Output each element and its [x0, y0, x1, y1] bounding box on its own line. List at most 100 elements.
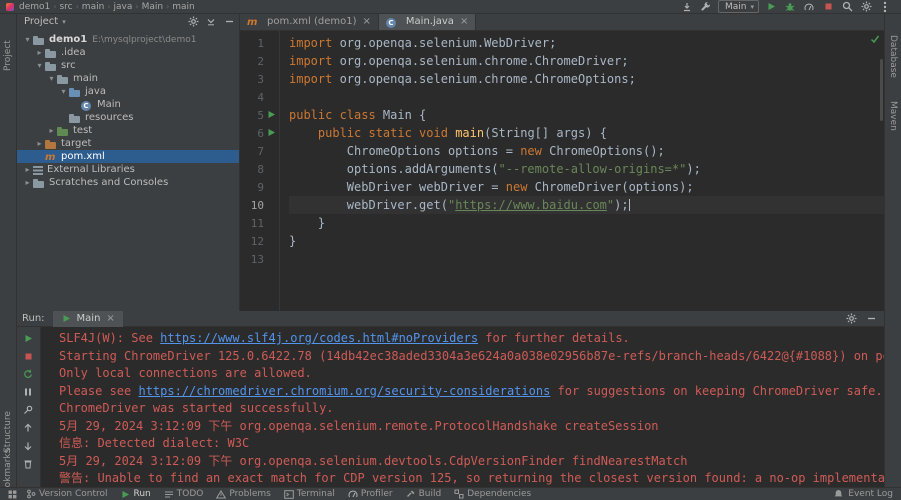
- code-line-2[interactable]: import org.openqa.selenium.chrome.Chrome…: [289, 52, 885, 70]
- code-line-6[interactable]: public static void main(String[] args) {: [289, 124, 885, 142]
- settings-gear-icon[interactable]: [187, 16, 199, 28]
- more-icon[interactable]: [879, 1, 891, 13]
- editor-tab-main-java[interactable]: CMain.java×: [379, 13, 476, 30]
- editor[interactable]: 12345678910111213 import org.openqa.sele…: [240, 31, 885, 311]
- editor-scrollbar[interactable]: [880, 59, 883, 121]
- clear-icon[interactable]: [22, 458, 34, 470]
- settings-gear-icon[interactable]: [845, 313, 857, 325]
- close-icon[interactable]: ×: [363, 16, 371, 27]
- status-item-version-control[interactable]: Version Control: [26, 489, 108, 499]
- status-item-run[interactable]: Run: [121, 489, 151, 499]
- tree-item-idea[interactable]: ▸.idea: [16, 46, 239, 59]
- code-line-1[interactable]: import org.openqa.selenium.WebDriver;: [289, 34, 885, 52]
- code-line-3[interactable]: import org.openqa.selenium.chrome.Chrome…: [289, 70, 885, 88]
- code-line-4[interactable]: [289, 88, 885, 106]
- breadcrumb-item-java[interactable]: java: [114, 2, 133, 12]
- status-item-dependencies[interactable]: Dependencies: [454, 489, 531, 499]
- chevron-collapsed-icon[interactable]: ▸: [34, 139, 45, 148]
- tree-item-target[interactable]: ▸target: [16, 137, 239, 150]
- play-icon[interactable]: [765, 1, 777, 13]
- tree-item-src[interactable]: ▾src: [16, 59, 239, 72]
- pin-icon[interactable]: [22, 404, 34, 416]
- status-item-todo[interactable]: TODO: [164, 489, 204, 499]
- chevron-expanded-icon[interactable]: ▾: [58, 87, 69, 96]
- code-line-11[interactable]: }: [289, 214, 885, 232]
- code-line-7[interactable]: ChromeOptions options = new ChromeOption…: [289, 142, 885, 160]
- editor-code[interactable]: import org.openqa.selenium.WebDriver;imp…: [281, 31, 885, 311]
- code-line-5[interactable]: public class Main {: [289, 106, 885, 124]
- run-config-value: Main: [725, 2, 747, 12]
- tool-strip-maven[interactable]: Maven: [888, 101, 898, 131]
- tool-strip-structure[interactable]: Structure: [3, 411, 13, 453]
- line-number: 7: [240, 145, 264, 158]
- updates-icon[interactable]: [681, 1, 693, 13]
- breadcrumb-item-src[interactable]: src: [59, 2, 72, 12]
- chevron-collapsed-icon[interactable]: ▸: [22, 165, 33, 174]
- tree-item-main[interactable]: CMain: [16, 98, 239, 111]
- chevron-collapsed-icon[interactable]: ▸: [46, 126, 57, 135]
- profiler-icon[interactable]: [803, 1, 815, 13]
- code-line-9[interactable]: WebDriver webDriver = new ChromeDriver(o…: [289, 178, 885, 196]
- run-gutter-icon[interactable]: [264, 109, 278, 122]
- tree-item-scratches-and-consoles[interactable]: ▸Scratches and Consoles: [16, 176, 239, 189]
- tree-item-external-libraries[interactable]: ▸External Libraries: [16, 163, 239, 176]
- pause-icon[interactable]: [22, 386, 34, 398]
- settings-icon[interactable]: [860, 1, 872, 13]
- collapse-all-icon[interactable]: [205, 16, 217, 28]
- breadcrumb-item-demo1[interactable]: demo1: [19, 2, 50, 12]
- status-item-profiler[interactable]: Profiler: [348, 489, 393, 499]
- code-line-13[interactable]: [289, 250, 885, 268]
- hide-panel-icon[interactable]: [223, 16, 235, 28]
- breadcrumb-item-main[interactable]: Main: [142, 2, 164, 12]
- tree-item-java[interactable]: ▾java: [16, 85, 239, 98]
- up-icon[interactable]: [22, 422, 34, 434]
- chevron-expanded-icon[interactable]: ▾: [46, 74, 57, 83]
- chevron-collapsed-icon[interactable]: ▸: [22, 178, 33, 187]
- right-tool-strip: Database Maven: [884, 13, 901, 487]
- code-line-8[interactable]: options.addArguments("--remote-allow-ori…: [289, 160, 885, 178]
- run-gutter-icon[interactable]: [264, 127, 278, 140]
- code-line-12[interactable]: }: [289, 232, 885, 250]
- toolwindow-switcher-icon[interactable]: [6, 488, 18, 500]
- restart-icon[interactable]: [22, 368, 34, 380]
- run-tab[interactable]: Main ×: [53, 311, 123, 327]
- tree-item-main[interactable]: ▾main: [16, 72, 239, 85]
- search-icon[interactable]: [841, 1, 853, 13]
- status-item-terminal[interactable]: Terminal: [284, 489, 335, 499]
- status-item-build[interactable]: Build: [406, 489, 442, 499]
- tool-strip-project[interactable]: Project: [3, 40, 13, 71]
- console-link[interactable]: https://chromedriver.chromium.org/securi…: [138, 384, 550, 398]
- console-link[interactable]: https://www.slf4j.org/codes.html#noProvi…: [160, 331, 478, 345]
- event-log-label: Event Log: [848, 489, 893, 499]
- wrench-icon[interactable]: [700, 1, 712, 13]
- chevron-expanded-icon[interactable]: ▾: [22, 35, 33, 44]
- stop-icon[interactable]: [822, 1, 834, 13]
- project-view-select[interactable]: Project: [24, 16, 58, 27]
- debug-icon[interactable]: [784, 1, 796, 13]
- down-icon[interactable]: [22, 440, 34, 452]
- tree-item-test[interactable]: ▸test: [16, 124, 239, 137]
- console-output[interactable]: SLF4J(W): See https://www.slf4j.org/code…: [41, 327, 885, 487]
- tool-strip-database[interactable]: Database: [888, 35, 898, 78]
- hide-panel-icon[interactable]: [865, 313, 877, 325]
- close-icon[interactable]: ×: [460, 16, 468, 27]
- close-icon[interactable]: ×: [106, 313, 114, 324]
- status-item-problems[interactable]: Problems: [216, 489, 270, 499]
- code-line-10[interactable]: webDriver.get("https://www.baidu.com");: [289, 196, 885, 214]
- tree-item-resources[interactable]: resources: [16, 111, 239, 124]
- chevron-expanded-icon[interactable]: ▾: [34, 61, 45, 70]
- chevron-collapsed-icon[interactable]: ▸: [34, 48, 45, 57]
- editor-tab-pom-xml-demo1[interactable]: mpom.xml (demo1)×: [240, 13, 379, 30]
- run-panel-title: Run:: [16, 313, 53, 324]
- event-log-button[interactable]: Event Log: [832, 488, 895, 500]
- tree-item-pom-xml[interactable]: mpom.xml: [16, 150, 239, 163]
- inspections-ok-icon[interactable]: [869, 33, 881, 45]
- breadcrumb-separator-icon: ›: [166, 2, 169, 11]
- run-config-select[interactable]: Main ▾: [718, 0, 759, 13]
- breadcrumb-item-main[interactable]: main: [82, 2, 105, 12]
- breadcrumb-item-main[interactable]: main: [172, 2, 195, 12]
- tree-item-demo1[interactable]: ▾demo1E:\mysqlproject\demo1: [16, 33, 239, 46]
- folder-project-icon: [33, 35, 45, 45]
- stop-icon[interactable]: [22, 350, 34, 362]
- rerun-icon[interactable]: [22, 332, 34, 344]
